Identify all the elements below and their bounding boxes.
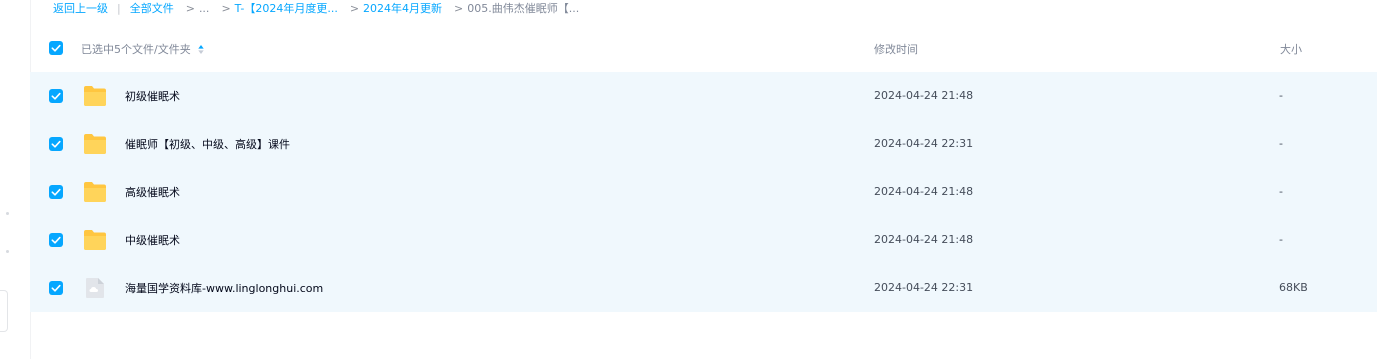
file-modified: 2024-04-24 22:31 [874,137,974,150]
file-modified: 2024-04-24 21:48 [874,89,974,102]
row-checkbox[interactable] [49,89,63,103]
breadcrumb-divider: | [117,1,121,15]
link-file-icon [86,278,104,298]
back-link[interactable]: 返回上一级 [53,0,108,16]
file-size: 68KB [1279,281,1308,294]
edge-dot [6,250,9,253]
file-size: - [1279,137,1283,150]
check-icon [51,284,61,292]
breadcrumb-crumb-1[interactable]: T-【2024年月度更... [235,0,338,16]
selection-text: 已选中5个文件/文件夹 [81,43,191,56]
breadcrumb-ellipsis[interactable]: ... [199,2,210,15]
file-modified: 2024-04-24 21:48 [874,185,974,198]
folder-icon [84,182,106,202]
selection-summary: 已选中5个文件/文件夹 [81,41,204,57]
column-header-modified[interactable]: 修改时间 [874,41,918,57]
file-name[interactable]: 催眠师【初级、中级、高级】课件 [125,136,290,152]
file-modified: 2024-04-24 21:48 [874,233,974,246]
folder-icon [84,86,106,106]
check-icon [51,44,61,52]
file-size: - [1279,185,1283,198]
file-list: 初级催眠术 2024-04-24 21:48 - 催眠师【初级、中级、高级】课件… [30,72,1377,312]
file-name[interactable]: 中级催眠术 [125,232,180,248]
file-size: - [1279,89,1283,102]
file-row[interactable]: 初级催眠术 2024-04-24 21:48 - [30,72,1377,120]
file-name[interactable]: 高级催眠术 [125,184,180,200]
file-name[interactable]: 海量国学资料库-www.linglonghui.com [125,280,323,296]
file-modified: 2024-04-24 22:31 [874,281,974,294]
sort-icon[interactable] [198,44,204,54]
file-row[interactable]: 高级催眠术 2024-04-24 21:48 - [30,168,1377,216]
left-panel-edge [0,0,31,359]
row-checkbox[interactable] [49,185,63,199]
row-checkbox[interactable] [49,233,63,247]
check-icon [51,236,61,244]
file-name[interactable]: 初级催眠术 [125,88,180,104]
file-row[interactable]: 海量国学资料库-www.linglonghui.com 2024-04-24 2… [30,264,1377,312]
chevron-right-icon: > [454,1,464,15]
breadcrumb: 返回上一级 | 全部文件 > ... > T-【2024年月度更... > 20… [53,0,579,16]
chevron-right-icon: > [185,1,195,15]
scroll-handle[interactable] [0,290,8,332]
file-row[interactable]: 中级催眠术 2024-04-24 21:48 - [30,216,1377,264]
file-list-header: 已选中5个文件/文件夹 修改时间 大小 [30,30,1377,72]
row-checkbox[interactable] [49,137,63,151]
row-checkbox[interactable] [49,281,63,295]
breadcrumb-current: 005.曲伟杰催眠师【... [467,2,580,15]
column-header-size[interactable]: 大小 [1280,41,1302,57]
edge-dot [6,212,9,215]
folder-icon [84,134,106,154]
file-row[interactable]: 催眠师【初级、中级、高级】课件 2024-04-24 22:31 - [30,120,1377,168]
check-icon [51,188,61,196]
file-size: - [1279,233,1283,246]
check-icon [51,140,61,148]
chevron-right-icon: > [349,1,360,15]
check-icon [51,92,61,100]
select-all-checkbox[interactable] [49,41,63,55]
chevron-right-icon: > [221,1,231,15]
folder-icon [84,230,106,250]
breadcrumb-crumb-2[interactable]: 2024年4月更新 [363,0,442,16]
all-files-link[interactable]: 全部文件 [130,0,174,16]
